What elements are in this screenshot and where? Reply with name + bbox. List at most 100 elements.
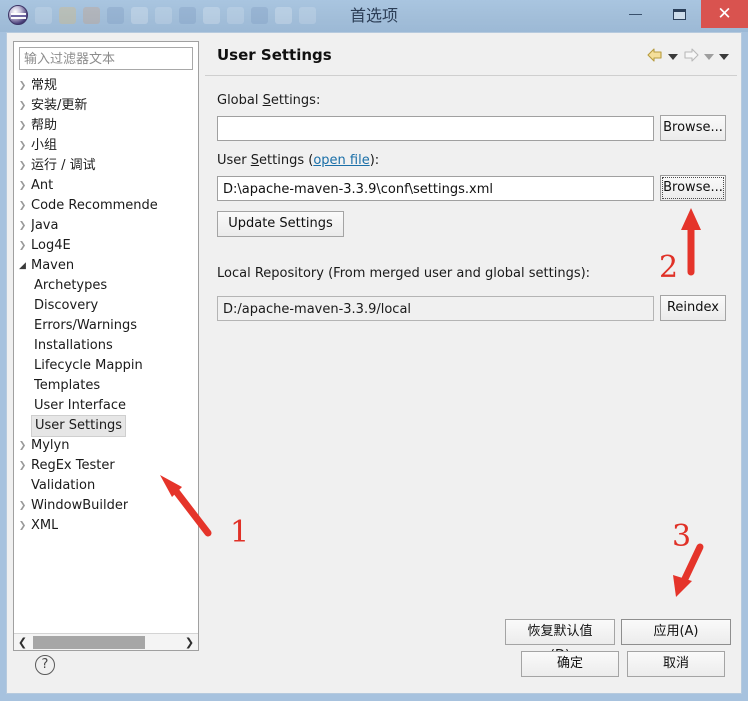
filter-input[interactable]: 输入过滤器文本 [19, 47, 193, 70]
twisty-collapsed-icon[interactable]: ❯ [14, 196, 31, 216]
scrollbar-track[interactable] [31, 633, 181, 650]
window-controls: ✕ [613, 0, 748, 28]
preferences-tree: ❯ 常规 ❯ 安装/更新 ❯ 帮助 ❯ 小组 ❯ 运行 / 调试 ❯ Ant ❯ Code Recomme… [14, 76, 198, 536]
sidebar-item-regex-tester[interactable]: ❯ RegEx Tester [14, 456, 198, 476]
back-history-chevron-down-icon[interactable] [668, 53, 678, 60]
twisty-collapsed-icon[interactable]: ❯ [14, 516, 31, 536]
sidebar-item-ant[interactable]: ❯ Ant [14, 176, 198, 196]
twisty-collapsed-icon[interactable]: ❯ [14, 496, 31, 516]
ghost-toolbar-icon [131, 6, 148, 24]
twisty-expanded-icon[interactable]: ◢ [14, 256, 31, 276]
ghost-toolbar-icon [179, 6, 196, 24]
sidebar-item-xml[interactable]: ❯ XML [14, 516, 198, 536]
ok-button[interactable]: 确定 [521, 651, 619, 677]
toolbar-icon-strip [8, 4, 316, 26]
question-mark-icon[interactable]: ? [35, 655, 55, 675]
open-file-link[interactable]: open file [313, 153, 369, 168]
sidebar-item-label: Lifecycle Mappin [34, 358, 143, 373]
twisty-collapsed-icon[interactable]: ❯ [14, 216, 31, 236]
local-repository-input: D:/apache-maven-3.3.9/local [217, 296, 654, 321]
apply-button[interactable]: 应用(A) [621, 619, 731, 645]
back-arrow-icon[interactable] [647, 48, 663, 65]
sidebar-item-label: 帮助 [31, 118, 58, 133]
sidebar-item-label: Ant [31, 178, 54, 193]
global-settings-label-pre: Global [217, 93, 263, 108]
maximize-button[interactable] [657, 0, 701, 28]
ghost-toolbar-icon [83, 6, 100, 24]
sidebar-item-label: WindowBuilder [31, 498, 129, 513]
close-button[interactable]: ✕ [701, 0, 748, 28]
eclipse-logo-icon [8, 5, 28, 25]
update-settings-button[interactable]: Update Settings [217, 211, 344, 237]
twisty-collapsed-icon[interactable]: ❯ [14, 236, 31, 256]
sidebar-item-maven[interactable]: ◢ Maven [14, 256, 198, 276]
sidebar-item-installations[interactable]: Installations [14, 336, 198, 356]
user-settings-input[interactable]: D:\apache-maven-3.3.9\conf\settings.xml [217, 176, 654, 201]
sidebar-item-templates[interactable]: Templates [14, 376, 198, 396]
global-settings-browse-button[interactable]: Browse... [660, 115, 726, 141]
sidebar-item-validation[interactable]: Validation [14, 476, 198, 496]
sidebar-item-archetypes[interactable]: Archetypes [14, 276, 198, 296]
page-title: User Settings [217, 46, 332, 64]
pane-menu-chevron-down-icon[interactable] [719, 53, 729, 60]
twisty-collapsed-icon[interactable]: ❯ [14, 116, 31, 136]
twisty-collapsed-icon[interactable]: ❯ [14, 436, 31, 456]
pane-nav-icons [647, 48, 729, 65]
twisty-collapsed-icon[interactable]: ❯ [14, 176, 31, 196]
user-settings-label: User Settings (open file): [217, 153, 379, 168]
sidebar-item-label: 小组 [31, 138, 58, 153]
ghost-toolbar-icon [251, 6, 268, 24]
sidebar-item-user-settings[interactable]: User Settings [14, 415, 198, 437]
sidebar-item-code-recommende[interactable]: ❯ Code Recommende [14, 196, 198, 216]
cancel-button[interactable]: 取消 [627, 651, 725, 677]
tree-horizontal-scrollbar[interactable]: ❮ ❯ [14, 633, 198, 650]
global-settings-input[interactable] [217, 116, 654, 141]
sidebar-item-label: Archetypes [34, 278, 108, 293]
reindex-button[interactable]: Reindex [660, 295, 726, 321]
ghost-toolbar-icon [203, 6, 220, 24]
twisty-collapsed-icon[interactable]: ❯ [14, 136, 31, 156]
sidebar-item-[interactable]: ❯ 安装/更新 [14, 96, 198, 116]
user-settings-browse-button[interactable]: Browse... [660, 175, 726, 201]
twisty-collapsed-icon[interactable]: ❯ [14, 76, 31, 96]
sidebar-item-[interactable]: ❯ 常规 [14, 76, 198, 96]
sidebar-item-label: Log4E [31, 238, 71, 253]
sidebar-item-mylyn[interactable]: ❯ Mylyn [14, 436, 198, 456]
sidebar-item-label: 常规 [31, 78, 58, 93]
preferences-dialog: 输入过滤器文本 ❯ 常规 ❯ 安装/更新 ❯ 帮助 ❯ 小组 ❯ 运行 / 调试 ❯ Ant ❯ Code… [6, 32, 742, 694]
twisty-collapsed-icon[interactable]: ❯ [14, 156, 31, 176]
scroll-left-arrow-icon[interactable]: ❮ [14, 634, 31, 651]
scrollbar-thumb[interactable] [33, 635, 145, 649]
sidebar-item-user-interface[interactable]: User Interface [14, 396, 198, 416]
restore-defaults-button[interactable]: 恢复默认值(D) [505, 619, 615, 663]
sidebar-item-[interactable]: ❯ 小组 [14, 136, 198, 156]
global-settings-label-mnemonic: S [262, 93, 271, 108]
title-bar: 首选项 ✕ [0, 0, 748, 32]
minimize-button[interactable] [613, 0, 657, 28]
annotation-number-3: 3 [672, 519, 692, 554]
annotation-number-1: 1 [230, 515, 250, 550]
user-settings-label-mid: ettings ( [259, 153, 314, 168]
preferences-window: 首选项 ✕ 输入过滤器文本 ❯ 常规 ❯ 安装/更新 ❯ 帮助 ❯ 小组 ❯ 运行 / 调试 ❯ An… [0, 0, 748, 701]
sidebar-item-log4e[interactable]: ❯ Log4E [14, 236, 198, 256]
user-settings-label-post: ): [369, 153, 380, 168]
scroll-right-arrow-icon[interactable]: ❯ [181, 634, 198, 651]
sidebar-item-label: Errors/Warnings [34, 318, 138, 333]
sidebar-item-lifecycle-mappin[interactable]: Lifecycle Mappin [14, 356, 198, 376]
sidebar-item-label: Validation [31, 478, 96, 493]
annotation-number-2: 2 [659, 250, 679, 285]
sidebar-item-java[interactable]: ❯ Java [14, 216, 198, 236]
maximize-icon [672, 8, 686, 20]
header-divider [205, 75, 737, 76]
sidebar-item-label: User Settings [31, 415, 127, 437]
twisty-collapsed-icon[interactable]: ❯ [14, 456, 31, 476]
global-settings-label: Global Settings: [217, 93, 320, 108]
sidebar-item-errors-warnings[interactable]: Errors/Warnings [14, 316, 198, 336]
ghost-toolbar-icon [299, 6, 316, 24]
settings-pane: User Settings Global Settings: Browse...… [205, 41, 737, 663]
sidebar-item-[interactable]: ❯ 运行 / 调试 [14, 156, 198, 176]
sidebar-item-[interactable]: ❯ 帮助 [14, 116, 198, 136]
sidebar-item-windowbuilder[interactable]: ❯ WindowBuilder [14, 496, 198, 516]
twisty-collapsed-icon[interactable]: ❯ [14, 96, 31, 116]
sidebar-item-discovery[interactable]: Discovery [14, 296, 198, 316]
